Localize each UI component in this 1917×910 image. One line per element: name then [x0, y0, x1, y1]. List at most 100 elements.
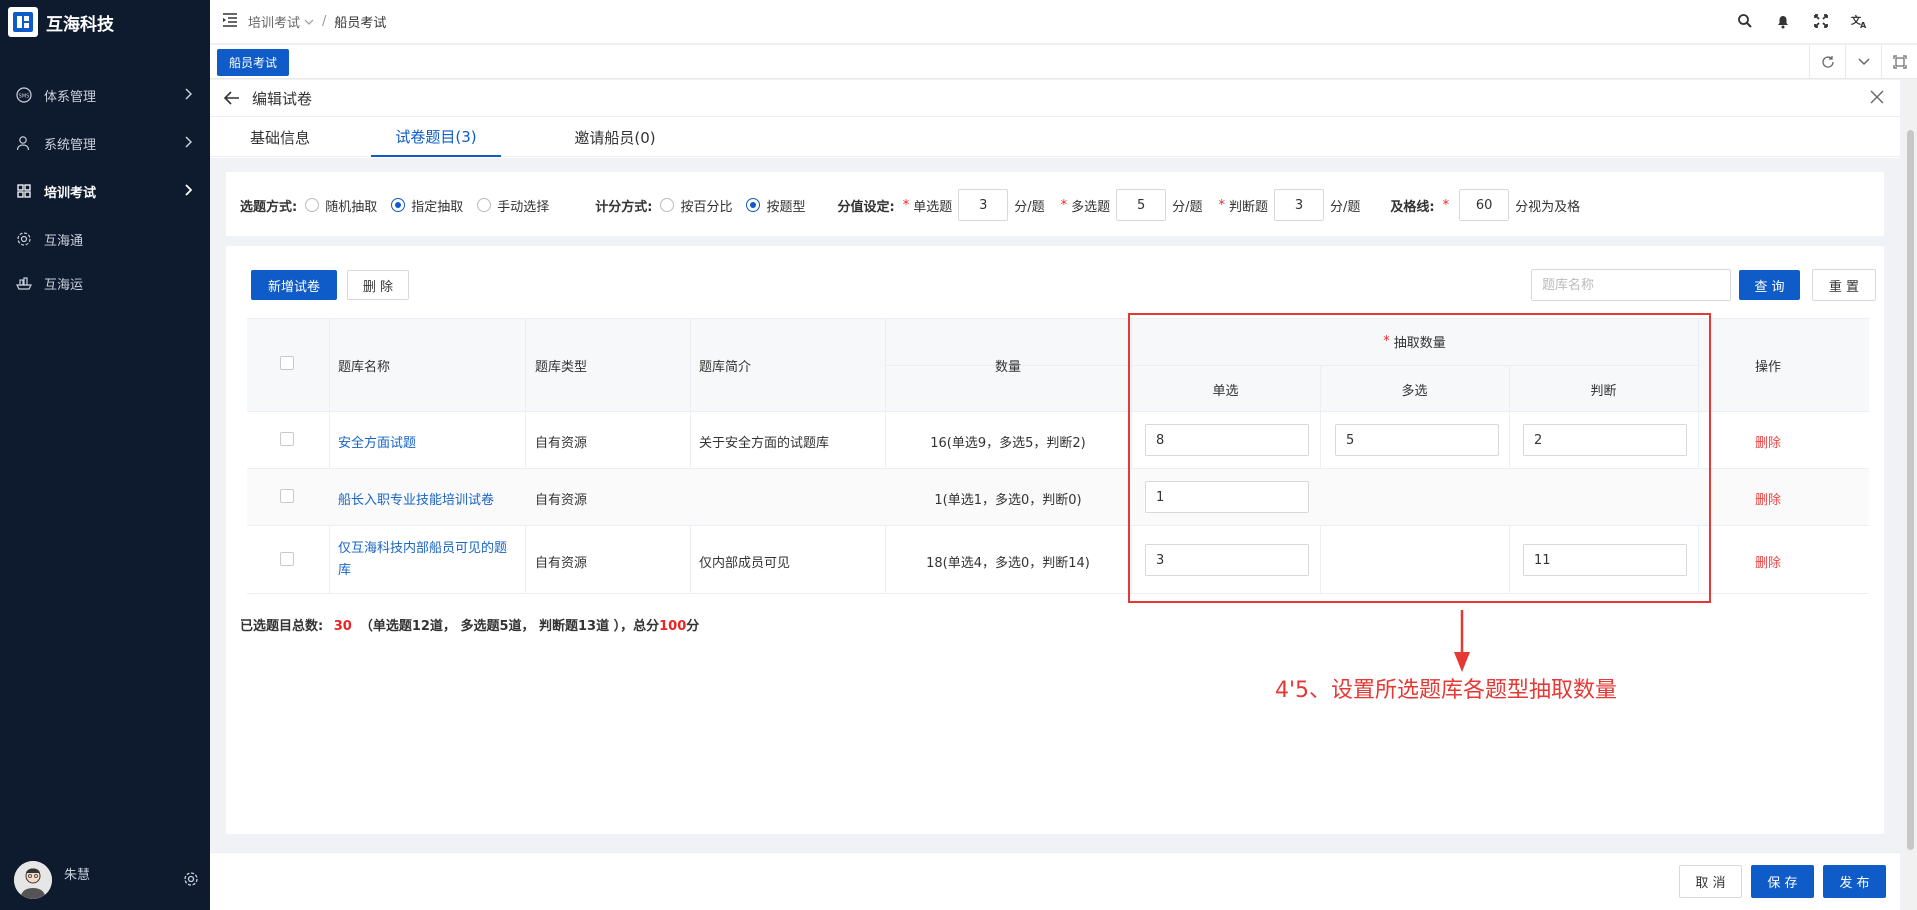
radio-button[interactable] — [391, 198, 406, 212]
close-icon[interactable] — [1870, 90, 1884, 108]
col-header-type: 题库类型 — [535, 360, 588, 375]
sidebar-item-training-exam[interactable]: 培训考试 — [0, 167, 210, 215]
delete-row-link[interactable]: 删除 — [1698, 552, 1838, 571]
judge-score-label: 判断题 — [1229, 199, 1269, 215]
radio-percentage[interactable]: 按百分比 — [660, 196, 732, 215]
sidebar-item-huhaitong[interactable]: 互海通 — [0, 215, 210, 263]
single-score-input[interactable] — [958, 189, 1009, 221]
radio-manual[interactable]: 手动选择 — [477, 196, 549, 215]
sidebar-item-label: 互海通 — [44, 233, 84, 249]
radio-label: 手动选择 — [497, 199, 550, 215]
brand-logo-icon — [8, 7, 38, 37]
back-arrow-icon[interactable] — [224, 91, 240, 105]
footer-bar: 取 消 保 存 发 布 — [210, 852, 1900, 910]
settings-gear-icon[interactable] — [183, 871, 199, 891]
tab-exam-questions[interactable]: 试卷题目(3) — [371, 117, 501, 157]
select-all-checkbox[interactable] — [280, 356, 294, 370]
chevron-right-icon — [184, 136, 193, 152]
radio-button[interactable] — [305, 198, 320, 212]
summary-prefix: 已选题目总数: — [240, 619, 324, 634]
bank-name-search-input[interactable] — [1531, 269, 1731, 301]
maximize-icon[interactable] — [1881, 45, 1917, 79]
per-unit-label: 分/题 — [1330, 199, 1361, 215]
annotation-arrow-icon — [1450, 610, 1474, 678]
col-header-count: 数量 — [994, 360, 1021, 375]
bank-count: 1(单选1，多选0，判断0) — [934, 493, 1082, 508]
sidebar-item-label: 互海运 — [44, 277, 84, 293]
sms-icon: SMS — [16, 87, 32, 103]
radio-button[interactable] — [477, 198, 492, 212]
chevron-right-icon — [184, 88, 193, 104]
avatar — [14, 861, 52, 899]
bank-count: 18(单选4，多选0，判断14) — [926, 556, 1090, 571]
annotation-highlight-box — [1128, 313, 1711, 603]
bank-count: 16(单选9，多选5，判断2) — [930, 436, 1086, 451]
single-score-label: 单选题 — [913, 199, 953, 215]
reset-button[interactable]: 重 置 — [1812, 269, 1876, 301]
row-checkbox[interactable] — [280, 432, 294, 446]
per-unit-label: 分/题 — [1172, 199, 1203, 215]
judge-score-input[interactable] — [1274, 189, 1325, 221]
sidebar-item-system-admin[interactable]: 系统管理 — [0, 119, 210, 167]
chevron-right-icon — [184, 184, 193, 200]
bell-icon[interactable] — [1775, 13, 1791, 33]
delete-button[interactable]: 删 除 — [347, 270, 409, 300]
panel-tabs: 基础信息 试卷题目(3) 邀请船员(0) — [210, 117, 1900, 157]
menu-fold-icon[interactable] — [222, 12, 238, 31]
select-mode-label: 选题方式: — [240, 199, 298, 215]
radio-specified[interactable]: 指定抽取 — [391, 196, 463, 215]
required-mark: * — [1442, 197, 1450, 213]
sidebar-item-huhaiyun[interactable]: 互海运 — [0, 263, 210, 303]
summary-detail: （单选题12道， 多选题5道， 判断题13道 ），总分 — [359, 619, 660, 634]
sidebar-item-label: 培训考试 — [44, 185, 97, 201]
user-profile[interactable]: 朱慧 — [14, 860, 199, 900]
bank-name-link[interactable]: 船长入职专业技能培训试卷 — [338, 489, 494, 508]
radio-button[interactable] — [746, 198, 761, 212]
radio-label: 指定抽取 — [411, 199, 464, 215]
multi-score-input[interactable] — [1116, 189, 1167, 221]
ship-icon — [16, 275, 32, 291]
pass-line-input[interactable] — [1459, 189, 1510, 221]
required-mark: * — [1060, 197, 1068, 213]
scrollbar-thumb[interactable] — [1907, 130, 1914, 850]
delete-row-link[interactable]: 删除 — [1698, 489, 1838, 508]
row-checkbox[interactable] — [280, 489, 294, 503]
bank-type: 自有资源 — [535, 493, 588, 508]
tab-crew-exam[interactable]: 船员考试 — [217, 49, 290, 76]
bank-name-link[interactable]: 仅互海科技内部船员可见的题库 — [338, 538, 518, 582]
vertical-scrollbar[interactable] — [1903, 80, 1917, 910]
user-icon — [16, 135, 32, 151]
breadcrumb-item[interactable]: 培训考试 — [248, 12, 300, 31]
search-icon[interactable] — [1737, 13, 1753, 33]
multi-score-label: 多选题 — [1071, 199, 1111, 215]
score-setting-label: 分值设定: — [837, 199, 895, 215]
cancel-button[interactable]: 取 消 — [1679, 865, 1742, 898]
selected-summary: 已选题目总数: 30 （单选题12道， 多选题5道， 判断题13道 ），总分100… — [240, 615, 699, 634]
required-mark: * — [902, 197, 910, 213]
breadcrumb-separator: / — [322, 14, 327, 29]
refresh-icon[interactable] — [1809, 45, 1845, 79]
required-mark: * — [1218, 197, 1226, 213]
bank-name-link[interactable]: 安全方面试题 — [338, 432, 416, 451]
sidebar-item-system-management[interactable]: SMS 体系管理 — [0, 71, 210, 119]
pass-line-label: 及格线: — [1390, 199, 1435, 215]
save-button[interactable]: 保 存 — [1751, 865, 1814, 898]
app-logo[interactable]: 互海科技 — [0, 0, 210, 44]
radio-label: 按百分比 — [680, 199, 733, 215]
col-header-intro: 题库简介 — [699, 360, 752, 375]
publish-button[interactable]: 发 布 — [1823, 865, 1886, 898]
radio-by-type[interactable]: 按题型 — [746, 196, 805, 215]
row-checkbox[interactable] — [280, 552, 294, 566]
chevron-down-icon[interactable] — [1845, 45, 1881, 79]
radio-button[interactable] — [660, 198, 675, 212]
radio-random[interactable]: 随机抽取 — [305, 196, 377, 215]
delete-row-link[interactable]: 删除 — [1698, 432, 1838, 451]
annotation-text: 4'5、设置所选题库各题型抽取数量 — [1275, 678, 1618, 703]
translate-icon[interactable]: 文A — [1851, 13, 1867, 33]
query-button[interactable]: 查 询 — [1739, 270, 1800, 300]
user-name: 朱慧 — [64, 867, 91, 883]
fullscreen-icon[interactable] — [1813, 13, 1829, 33]
add-exam-button[interactable]: 新增试卷 — [251, 270, 337, 300]
tab-basic-info[interactable]: 基础信息 — [230, 117, 330, 157]
tab-invite-crew[interactable]: 邀请船员(0) — [550, 117, 680, 157]
